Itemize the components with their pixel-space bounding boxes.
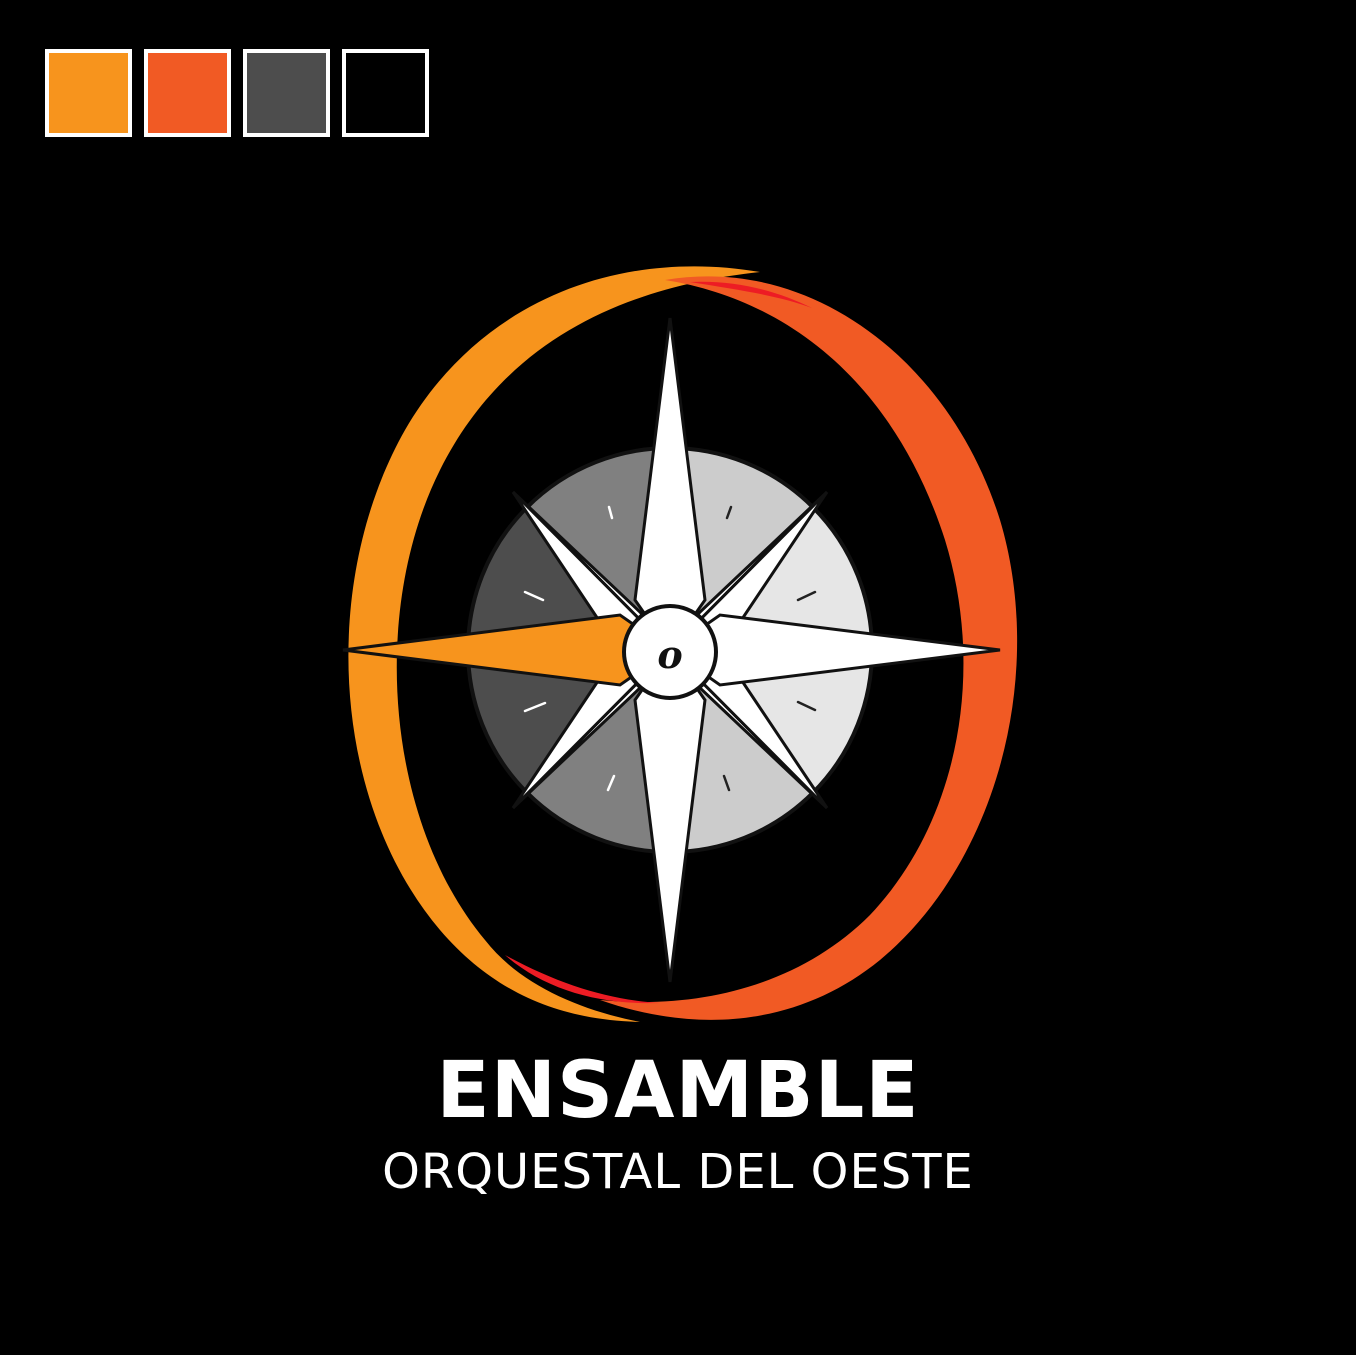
logo-subtitle: ORQUESTAL DEL OESTE [382,1144,974,1200]
compass-hub: o [622,604,718,700]
hub-letter: o [657,632,682,677]
logo-title: ENSAMBLE [436,1046,920,1136]
